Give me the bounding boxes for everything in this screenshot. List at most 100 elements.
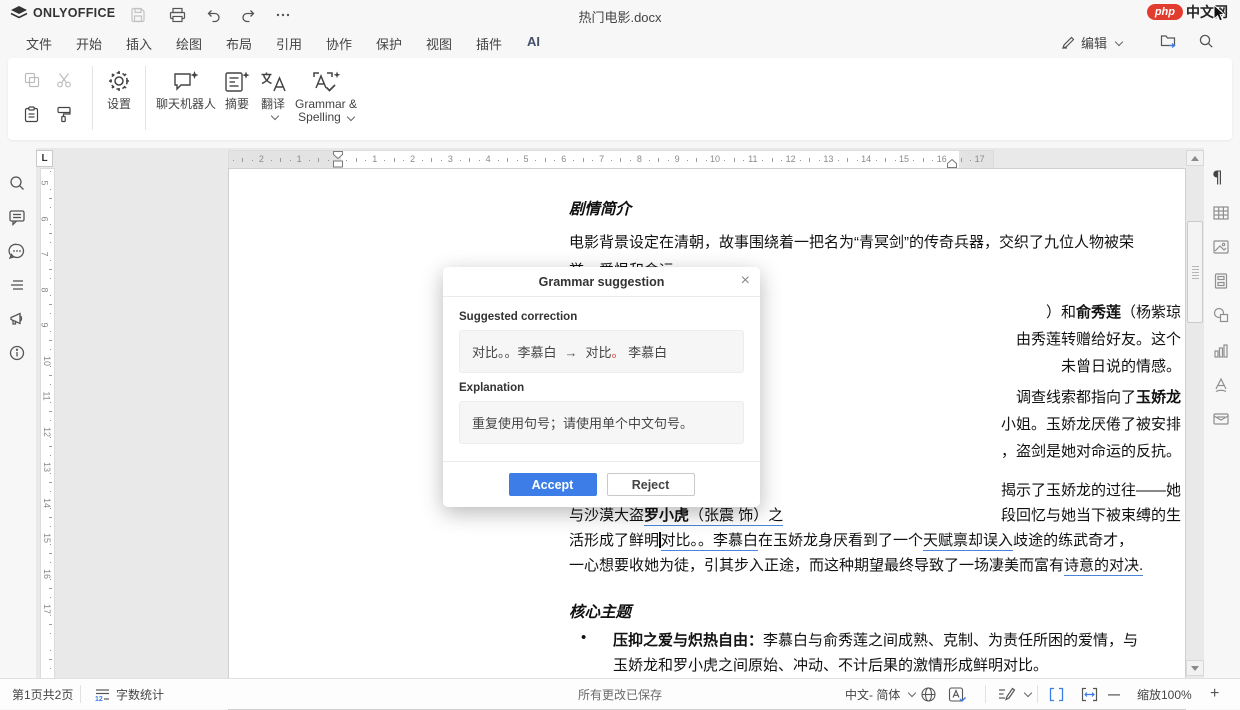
top-bar: ONLYOFFICE 热门电影.docx php 中文网 (0, 0, 1240, 28)
image-settings-button[interactable] (1212, 238, 1232, 258)
info-icon (8, 344, 26, 362)
mail-merge-button[interactable] (1212, 410, 1232, 430)
status-divider (1037, 685, 1038, 703)
dialog-footer: Accept Reject (443, 461, 760, 507)
summary-doc-sparkle-icon (223, 70, 251, 94)
chatbot-sparkle-icon (171, 70, 201, 94)
paragraph-settings-button[interactable]: ¶ (1212, 168, 1232, 188)
format-painter-icon (56, 106, 72, 123)
scroll-up-button[interactable] (1186, 150, 1204, 166)
comments-button[interactable] (8, 208, 28, 228)
track-changes-toggle[interactable] (997, 679, 1031, 709)
edit-mode-label: 编辑 (1081, 33, 1107, 52)
chart-settings-button[interactable] (1212, 342, 1232, 362)
ribbon-divider (92, 66, 93, 130)
copy-style-button[interactable] (56, 106, 74, 124)
language-selector[interactable]: 中文- 简体 (845, 679, 915, 709)
mouse-cursor (1213, 5, 1227, 23)
summary-label: 摘要 (225, 98, 249, 111)
doc-bullet-line: • 压抑之爱与炽热自由：李慕白与俞秀莲之间成熟、克制、为责任所困的爱情，与 (569, 629, 1181, 651)
paragraph-mark-icon: ¶ (1212, 168, 1223, 188)
bullet-icon: • (581, 629, 586, 646)
scrollbar-thumb[interactable] (1187, 221, 1203, 323)
feedback-button[interactable] (8, 310, 28, 330)
set-document-language-button[interactable] (920, 679, 937, 709)
cut-icon (56, 72, 73, 88)
zoom-out-button[interactable]: — (1108, 679, 1120, 709)
doc-bullet-line: 玉娇龙和罗小虎之间原始、冲动、不计后果的激情形成鲜明对比。 (569, 654, 1181, 676)
table-settings-button[interactable] (1212, 204, 1232, 224)
accept-button[interactable]: Accept (509, 473, 597, 496)
close-icon[interactable]: × (741, 271, 750, 291)
right-indent-marker[interactable] (947, 159, 957, 168)
language-label: 中文- 简体 (845, 686, 900, 703)
left-indent-marker[interactable] (333, 160, 343, 168)
tab-plugins[interactable]: 插件 (472, 32, 506, 56)
tab-references[interactable]: 引用 (272, 32, 306, 56)
navigation-headings-button[interactable] (8, 276, 28, 296)
tab-protection[interactable]: 保护 (372, 32, 406, 56)
edit-mode-dropdown[interactable]: 编辑 (1061, 33, 1122, 52)
search-icon (8, 174, 26, 192)
summarize-button[interactable]: 摘要 (220, 70, 254, 111)
menu-tab-row: 文件 开始 插入 绘图 布局 引用 协作 保护 视图 插件 AI 编辑 (0, 28, 1240, 55)
reject-button[interactable]: Reject (607, 473, 695, 496)
doc-heading: 核心主题 (569, 600, 1181, 622)
header-footer-icon (1212, 272, 1230, 290)
mail-merge-icon (1212, 410, 1230, 428)
spell-check-toggle[interactable] (948, 679, 967, 709)
about-button[interactable] (8, 344, 28, 364)
chatbot-button[interactable]: 聊天机器人 (153, 70, 219, 111)
copy-button[interactable] (24, 72, 42, 90)
scroll-down-button[interactable] (1186, 660, 1204, 676)
tab-home[interactable]: 开始 (72, 32, 106, 56)
brand-php-pill: php (1147, 4, 1183, 20)
open-file-location-button[interactable] (1160, 33, 1178, 49)
tab-collaboration[interactable]: 协作 (322, 32, 356, 56)
chevron-down-icon (1115, 37, 1123, 45)
left-margin-zone (229, 151, 341, 169)
grammar-label-line2: Spelling (298, 111, 341, 124)
tab-layout[interactable]: 布局 (222, 32, 256, 56)
search-button[interactable] (1198, 33, 1214, 49)
shape-settings-button[interactable] (1212, 306, 1232, 326)
fit-page-button[interactable] (1048, 679, 1065, 709)
paste-button[interactable] (24, 106, 42, 124)
header-footer-settings-button[interactable] (1212, 272, 1232, 292)
track-changes-icon (997, 686, 1016, 703)
corrected-punctuation: 。 (612, 345, 625, 360)
tab-stop-selector[interactable]: L (36, 150, 53, 167)
table-icon (1212, 204, 1230, 222)
grammar-spelling-button[interactable]: Grammar & Spelling (294, 70, 358, 124)
fit-width-button[interactable] (1080, 679, 1099, 709)
doc-line: 活形成了鲜明对比。。李慕白在玉娇龙身厌看到了一个天赋禀却误入歧途的练武奇才， (569, 529, 1181, 551)
dialog-title: Grammar suggestion (539, 275, 665, 289)
text-art-settings-button[interactable] (1212, 376, 1232, 396)
translate-button[interactable]: 翻译 (255, 70, 291, 119)
vertical-ruler[interactable]: 567891011121314151617 (40, 168, 55, 680)
chatbot-label: 聊天机器人 (156, 98, 216, 111)
ribbon-panel: 设置 聊天机器人 摘要 翻译 (8, 58, 1232, 140)
headings-list-icon (8, 276, 26, 294)
triangle-up-icon (1191, 156, 1199, 161)
dialog-header[interactable]: Grammar suggestion × (443, 267, 760, 297)
image-icon (1212, 238, 1230, 256)
tab-file[interactable]: 文件 (22, 32, 56, 56)
tab-insert[interactable]: 插入 (122, 32, 156, 56)
zoom-level-label[interactable]: 缩放100% (1137, 679, 1192, 709)
first-line-indent-marker[interactable] (333, 151, 343, 159)
ribbon-toolbar: 设置 聊天机器人 摘要 翻译 (0, 55, 1240, 148)
fit-page-icon (1048, 686, 1065, 703)
chat-button[interactable] (8, 242, 28, 262)
tab-draw[interactable]: 绘图 (172, 32, 206, 56)
cut-button[interactable] (56, 72, 74, 90)
megaphone-icon (8, 310, 27, 328)
tab-view[interactable]: 视图 (422, 32, 456, 56)
ai-settings-button[interactable]: 设置 (100, 68, 138, 111)
find-button[interactable] (8, 174, 28, 194)
suggested-correction-label: Suggested correction (459, 311, 744, 323)
paste-icon (24, 106, 39, 123)
globe-icon (920, 686, 937, 703)
doc-heading: 剧情简介 (569, 197, 1181, 219)
zoom-in-button[interactable]: + (1210, 679, 1219, 709)
